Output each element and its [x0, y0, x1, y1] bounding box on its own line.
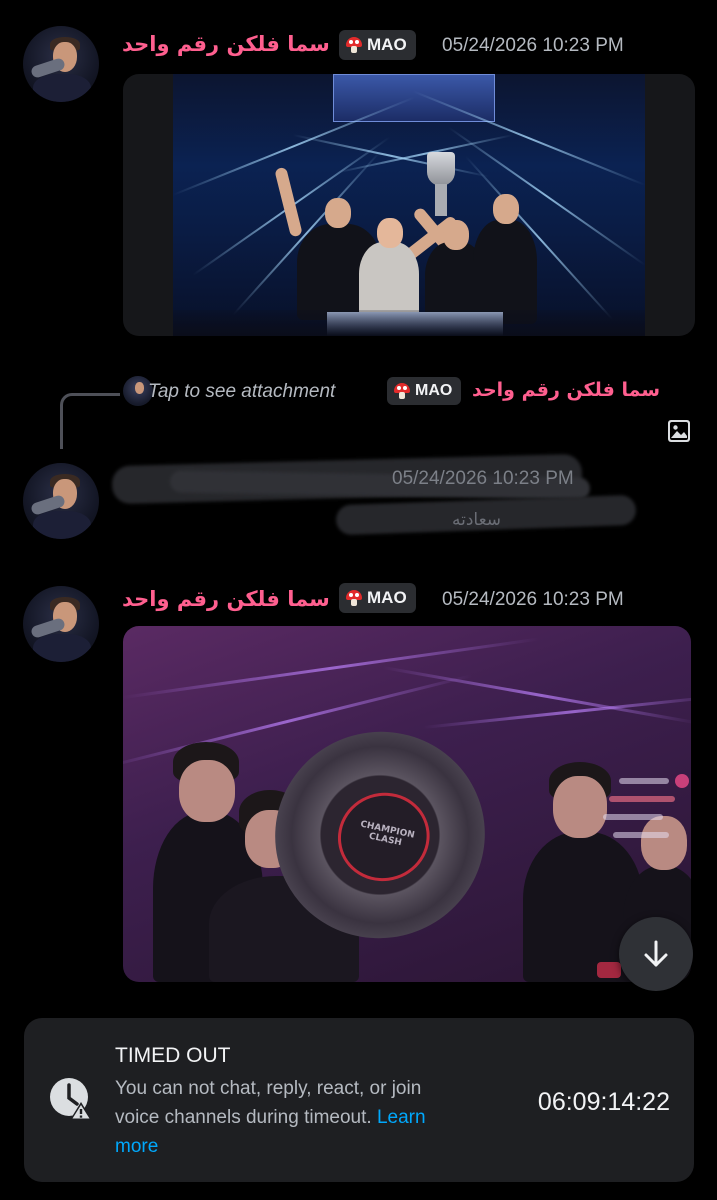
message-timestamp: 05/24/2026 10:23 PM	[442, 589, 624, 610]
reply-role-tag[interactable]: MAO	[387, 377, 462, 405]
avatar[interactable]	[23, 586, 99, 662]
avatar[interactable]	[23, 26, 99, 102]
scroll-to-bottom-button[interactable]	[619, 917, 693, 991]
avatar[interactable]	[23, 463, 99, 539]
message-timestamp: 05/24/2026 10:23 PM	[392, 468, 574, 489]
message-timestamp: 05/24/2026 10:23 PM	[442, 35, 624, 56]
timeout-countdown: 06:09:14:22	[537, 1088, 670, 1116]
timeout-title: TIMED OUT	[115, 1044, 231, 1067]
message-username[interactable]: سما فلكن رقم واحد	[122, 587, 330, 611]
role-tag-label: MAO	[367, 35, 407, 54]
timeout-banner: TIMED OUT You can not chat, reply, react…	[24, 1018, 694, 1182]
message-username[interactable]: سما فلكن رقم واحد	[122, 32, 330, 56]
stream-chat-overlay	[599, 774, 691, 856]
mushroom-icon	[394, 383, 410, 399]
reply-role-tag-label: MAO	[415, 382, 453, 399]
mushroom-icon	[346, 37, 362, 53]
attachment-image[interactable]	[123, 74, 695, 336]
role-tag[interactable]: MAO	[339, 583, 416, 613]
role-tag-label: MAO	[367, 588, 407, 607]
reply-preview[interactable]: Tap to see attachment	[148, 381, 335, 403]
role-tag[interactable]: MAO	[339, 30, 416, 60]
clock-warning-icon	[50, 1078, 92, 1120]
timeout-description: You can not chat, reply, react, or join …	[115, 1074, 465, 1161]
attachment-image[interactable]: CHAMPION CLASH	[123, 626, 691, 982]
mushroom-icon	[346, 590, 362, 606]
message-body-fragment: سعادته	[452, 510, 502, 530]
reply-username[interactable]: سما فلكن رقم واحد	[472, 379, 660, 401]
trophy-lift-photo	[173, 74, 645, 336]
timeout-description-text: You can not chat, reply, react, or join …	[115, 1078, 422, 1128]
arrow-down-icon	[644, 940, 668, 967]
reply-connector	[60, 393, 120, 449]
image-icon	[668, 420, 690, 442]
